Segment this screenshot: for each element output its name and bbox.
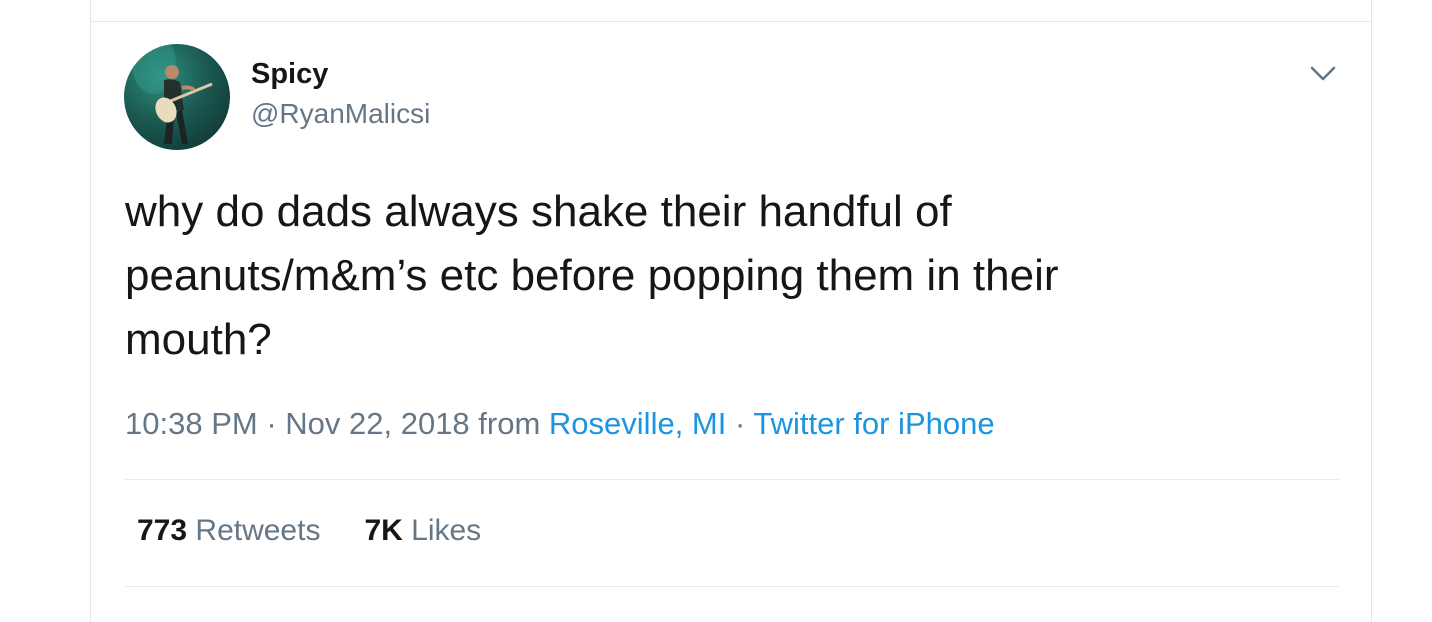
tweet-date[interactable]: Nov 22, 2018 — [285, 406, 469, 441]
source-link[interactable]: Twitter for iPhone — [753, 406, 994, 441]
tweet-stats: 773 Retweets 7K Likes — [137, 514, 481, 548]
meta-separator: · — [257, 406, 286, 441]
display-name[interactable]: Spicy — [251, 58, 328, 91]
likes-stat[interactable]: 7K Likes — [364, 514, 481, 548]
tweet-metadata: 10:38 PM · Nov 22, 2018 from Roseville, … — [125, 406, 995, 442]
likes-count: 7K — [364, 514, 403, 547]
guitarist-photo-icon — [132, 44, 213, 144]
meta-separator: · — [726, 406, 754, 441]
avatar[interactable] — [124, 44, 230, 150]
retweets-label: Retweets — [187, 514, 321, 547]
tweet-text: why do dads always shake their handful o… — [125, 187, 1059, 364]
user-handle[interactable]: @RyanMalicsi — [251, 98, 430, 130]
divider — [125, 479, 1339, 480]
retweets-stat[interactable]: 773 Retweets — [137, 514, 320, 548]
divider — [125, 586, 1339, 587]
from-label: from — [469, 406, 549, 441]
tweet-time[interactable]: 10:38 PM — [125, 406, 258, 441]
retweets-count: 773 — [137, 514, 188, 547]
likes-label: Likes — [402, 514, 482, 547]
previous-tweet-card — [90, 0, 1372, 22]
chevron-down-icon[interactable] — [1306, 56, 1340, 90]
tweet-card: Spicy @RyanMalicsi why do dads always sh… — [90, 22, 1372, 622]
location-link[interactable]: Roseville, MI — [549, 406, 726, 441]
